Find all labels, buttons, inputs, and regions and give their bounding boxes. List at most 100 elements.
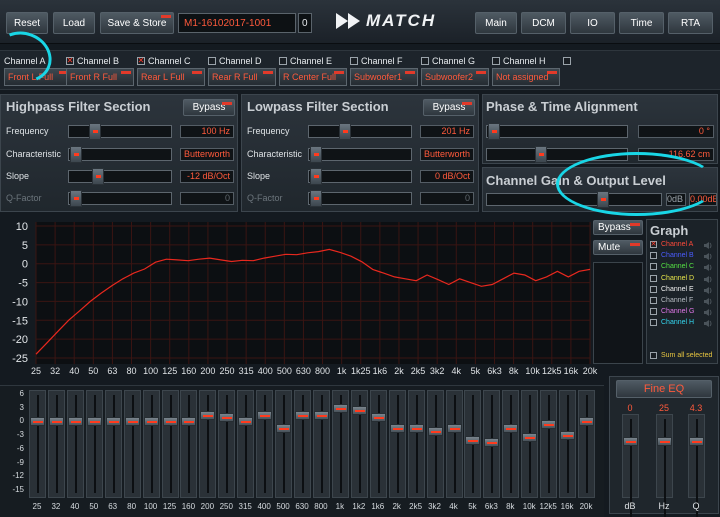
legend-channel-0[interactable]: ✕ Channel A: [650, 241, 693, 248]
eq-band-fader-6[interactable]: [142, 390, 160, 498]
eq-band-fader-28[interactable]: [559, 390, 577, 498]
eq-band-knob-12[interactable]: [257, 410, 273, 420]
nav-dcm-button[interactable]: DCM: [521, 12, 566, 34]
nav-main-button[interactable]: Main: [475, 12, 517, 34]
channel-4-output-button[interactable]: R Center Full: [279, 68, 347, 86]
eq-band-knob-0[interactable]: [29, 417, 45, 427]
eq-band-fader-10[interactable]: [218, 390, 236, 498]
lowpass-value-1[interactable]: Butterworth: [420, 148, 474, 161]
nav-rta-button[interactable]: RTA: [668, 12, 713, 34]
legend-checkbox-0[interactable]: ✕: [650, 241, 657, 248]
legend-channel-7[interactable]: Channel H: [650, 319, 694, 327]
eq-band-fader-20[interactable]: [407, 390, 425, 498]
sum-all-selected[interactable]: Sum all selected: [650, 352, 712, 359]
eq-band-fader-16[interactable]: [331, 390, 349, 498]
eq-band-knob-27[interactable]: [541, 419, 557, 429]
channel-5-output-button[interactable]: Subwoofer1: [350, 68, 418, 86]
eq-band-fader-13[interactable]: [275, 390, 293, 498]
eq-band-knob-1[interactable]: [48, 417, 64, 427]
time-slider-knob[interactable]: [535, 146, 547, 163]
eq-band-fader-27[interactable]: [540, 390, 558, 498]
legend-channel-5[interactable]: Channel F: [650, 297, 693, 304]
highpass-bypass-button[interactable]: Bypass: [183, 99, 235, 116]
channel-7-output-button[interactable]: Not assigned: [492, 68, 560, 86]
fine-eq-fader-1[interactable]: [656, 414, 673, 517]
eq-band-knob-28[interactable]: [560, 431, 576, 441]
lowpass-slider-knob-3[interactable]: [310, 190, 322, 207]
eq-band-fader-18[interactable]: [369, 390, 387, 498]
eq-band-knob-3[interactable]: [86, 417, 102, 427]
legend-checkbox-2[interactable]: [650, 263, 657, 271]
legend-channel-2[interactable]: Channel C: [650, 263, 694, 271]
eq-band-fader-1[interactable]: [47, 390, 65, 498]
channel-7-toggle[interactable]: Channel H: [492, 56, 546, 66]
eq-band-fader-29[interactable]: [578, 390, 596, 498]
frequency-response-graph[interactable]: 10 5 0 -5 -10 -15 -20 -25: [0, 218, 592, 380]
lowpass-value-3[interactable]: 0: [420, 192, 474, 205]
channel-3-toggle[interactable]: Channel D: [208, 56, 262, 66]
legend-checkbox-1[interactable]: [650, 252, 657, 260]
eq-band-fader-19[interactable]: [388, 390, 406, 498]
eq-band-fader-11[interactable]: [237, 390, 255, 498]
eq-band-knob-23[interactable]: [465, 435, 481, 445]
eq-band-knob-24[interactable]: [484, 438, 500, 447]
highpass-value-3[interactable]: 0: [180, 192, 234, 205]
channel-1-toggle[interactable]: ✕ Channel B: [66, 56, 119, 66]
eq-band-knob-10[interactable]: [219, 412, 235, 422]
speaker-icon[interactable]: [704, 264, 713, 272]
legend-checkbox-3[interactable]: [650, 274, 657, 282]
eq-band-knob-18[interactable]: [370, 412, 386, 422]
phase-slider[interactable]: [486, 123, 628, 140]
channel-2-output-button[interactable]: Rear L Full: [137, 68, 205, 86]
eq-band-fader-3[interactable]: [85, 390, 103, 498]
eq-band-fader-25[interactable]: [502, 390, 520, 498]
highpass-slider-knob-0[interactable]: [89, 123, 101, 140]
highpass-value-0[interactable]: 100 Hz: [180, 125, 234, 138]
highpass-slider-1[interactable]: [68, 146, 172, 163]
lowpass-slider-knob-0[interactable]: [339, 123, 351, 140]
fine-eq-selector[interactable]: Fine EQ: [616, 380, 712, 398]
eq-band-knob-26[interactable]: [522, 433, 538, 443]
eq-band-fader-14[interactable]: [294, 390, 312, 498]
phase-value[interactable]: 0 °: [638, 125, 714, 138]
reset-button[interactable]: Reset: [6, 12, 48, 34]
legend-channel-1[interactable]: Channel B: [650, 252, 694, 260]
eq-band-knob-5[interactable]: [124, 417, 140, 427]
speaker-icon[interactable]: [704, 309, 713, 317]
highpass-value-1[interactable]: Butterworth: [180, 148, 234, 161]
eq-band-fader-23[interactable]: [464, 390, 482, 498]
legend-channel-6[interactable]: Channel G: [650, 308, 694, 316]
legend-checkbox-4[interactable]: [650, 285, 657, 293]
eq-band-knob-4[interactable]: [105, 417, 121, 427]
lowpass-slider-0[interactable]: [308, 123, 412, 140]
load-button[interactable]: Load: [53, 12, 95, 34]
nav-io-button[interactable]: IO: [570, 12, 615, 34]
preset-name-field[interactable]: M1-16102017-1001: [178, 13, 296, 33]
eq-band-knob-6[interactable]: [143, 417, 159, 427]
fine-eq-value-1[interactable]: 25: [650, 403, 678, 413]
phase-slider-knob[interactable]: [488, 123, 500, 140]
eq-band-knob-16[interactable]: [332, 403, 348, 413]
eq-band-knob-9[interactable]: [200, 410, 216, 420]
legend-checkbox-6[interactable]: [650, 308, 657, 316]
eq-band-knob-17[interactable]: [351, 406, 367, 415]
channel-6-checkbox[interactable]: [421, 57, 429, 65]
channel-6-output-button[interactable]: Subwoofer2: [421, 68, 489, 86]
channel-5-checkbox[interactable]: [350, 57, 358, 65]
eq-band-knob-8[interactable]: [181, 417, 197, 427]
highpass-slider-0[interactable]: [68, 123, 172, 140]
eq-band-fader-12[interactable]: [256, 390, 274, 498]
highpass-slider-3[interactable]: [68, 190, 172, 207]
channel-3-output-button[interactable]: Rear R Full: [208, 68, 276, 86]
lowpass-value-0[interactable]: 201 Hz: [420, 125, 474, 138]
eq-band-knob-20[interactable]: [408, 424, 424, 434]
highpass-slider-knob-2[interactable]: [92, 168, 104, 185]
fine-eq-value-0[interactable]: 0: [616, 403, 644, 413]
save-store-button[interactable]: Save & Store: [100, 12, 174, 34]
eq-band-knob-15[interactable]: [313, 410, 329, 420]
eq-band-knob-11[interactable]: [238, 417, 254, 427]
lowpass-slider-knob-1[interactable]: [310, 146, 322, 163]
eq-band-fader-21[interactable]: [426, 390, 444, 498]
speaker-icon[interactable]: [704, 286, 713, 294]
lowpass-value-2[interactable]: 0 dB/Oct: [420, 170, 474, 183]
